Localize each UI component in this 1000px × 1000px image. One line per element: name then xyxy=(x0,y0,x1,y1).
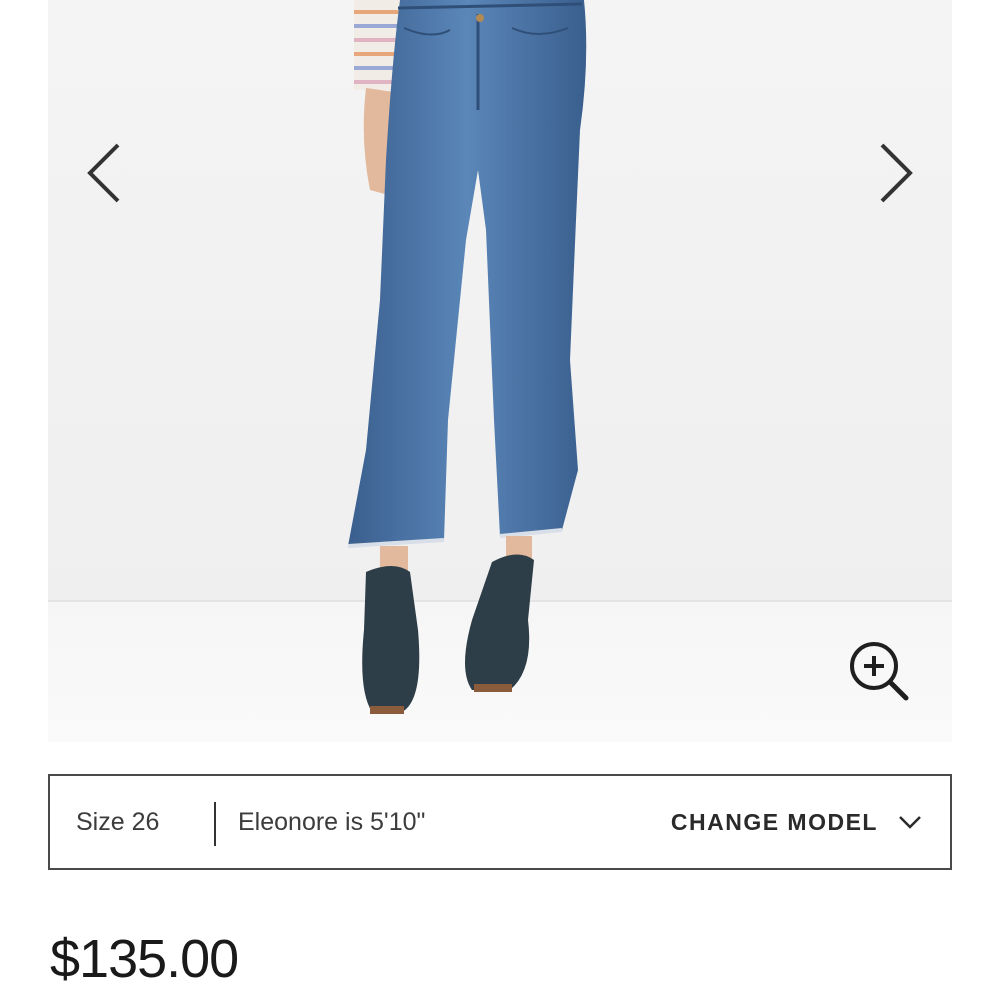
product-price: $135.00 xyxy=(50,929,239,989)
zoom-in-icon xyxy=(850,642,909,701)
next-image-button[interactable] xyxy=(866,138,926,208)
change-model-label: CHANGE MODEL xyxy=(670,808,878,835)
model-info-bar: Size 26 Eleonore is 5'10" CHANGE MODEL xyxy=(48,774,952,870)
zoom-button[interactable] xyxy=(844,636,914,706)
previous-image-button[interactable] xyxy=(74,138,134,208)
chevron-down-icon xyxy=(899,816,921,829)
model-height-label: Eleonore is 5'10" xyxy=(238,808,426,836)
divider xyxy=(214,802,216,846)
product-image-carousel[interactable] xyxy=(48,0,952,742)
product-photo xyxy=(347,0,587,714)
change-model-button[interactable]: CHANGE MODEL xyxy=(671,776,922,868)
chevron-left-icon xyxy=(87,143,120,203)
chevron-right-icon xyxy=(880,143,913,203)
product-page: Size 26 Eleonore is 5'10" CHANGE MODEL $… xyxy=(0,0,1000,1000)
model-size-label: Size 26 xyxy=(76,808,160,836)
